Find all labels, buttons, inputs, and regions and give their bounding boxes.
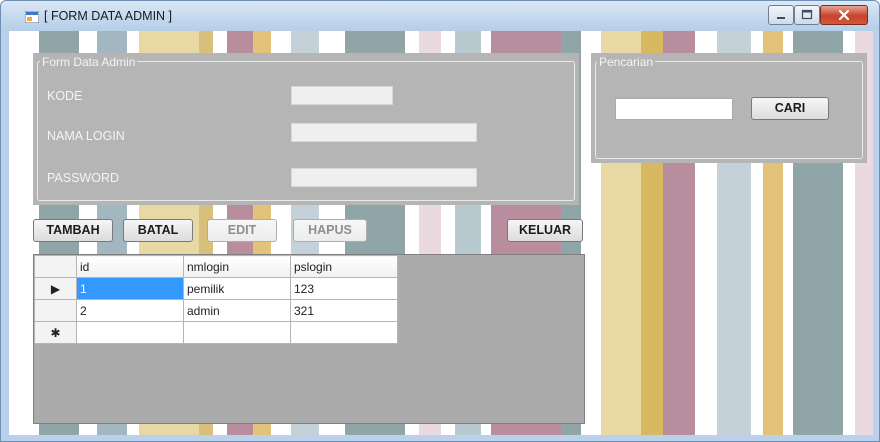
- row-header-corner[interactable]: [34, 255, 77, 278]
- minimize-button[interactable]: [768, 5, 794, 25]
- app-icon: [25, 11, 39, 23]
- column-header-pslogin[interactable]: pslogin: [290, 255, 398, 278]
- maximize-icon: [801, 9, 813, 20]
- hapus-button[interactable]: HAPUS: [293, 219, 367, 242]
- title-bar[interactable]: [ FORM DATA ADMIN ]: [1, 1, 879, 31]
- pencarian-group: Pencarian CARI: [591, 53, 867, 163]
- grid-header-row: id nmlogin pslogin: [34, 255, 398, 278]
- grid-cell-id[interactable]: [76, 321, 184, 344]
- password-input[interactable]: [291, 168, 477, 187]
- new-row-asterisk-icon[interactable]: ✱: [34, 321, 77, 344]
- tambah-button[interactable]: TAMBAH: [33, 219, 113, 242]
- window-title: [ FORM DATA ADMIN ]: [44, 9, 173, 23]
- grid-cell-nmlogin[interactable]: [183, 321, 291, 344]
- form-client-area: Form Data Admin KODE NAMA LOGIN PASSWORD…: [9, 31, 873, 435]
- grid-cell-pslogin[interactable]: 321: [290, 299, 398, 322]
- form-data-admin-group: Form Data Admin KODE NAMA LOGIN PASSWORD: [33, 53, 579, 205]
- batal-button[interactable]: BATAL: [123, 219, 193, 242]
- row-header[interactable]: [34, 299, 77, 322]
- admin-data-grid[interactable]: id nmlogin pslogin ▶ 1 pemilik 123 2 adm…: [33, 254, 585, 424]
- grid-cell-id[interactable]: 1: [76, 277, 184, 300]
- search-input[interactable]: [615, 98, 733, 120]
- keluar-button[interactable]: KELUAR: [507, 219, 583, 242]
- table-row[interactable]: 2 admin 321: [34, 299, 398, 322]
- grid-cell-pslogin[interactable]: [290, 321, 398, 344]
- kode-label: KODE: [47, 89, 83, 103]
- column-header-id[interactable]: id: [76, 255, 184, 278]
- edit-button[interactable]: EDIT: [207, 219, 277, 242]
- data-grid-table: id nmlogin pslogin ▶ 1 pemilik 123 2 adm…: [34, 255, 398, 344]
- close-button[interactable]: [820, 5, 868, 25]
- table-row[interactable]: ▶ 1 pemilik 123: [34, 277, 398, 300]
- pencarian-group-title: Pencarian: [597, 55, 656, 69]
- password-label: PASSWORD: [47, 171, 119, 185]
- nama-login-label: NAMA LOGIN: [47, 129, 125, 143]
- cari-button[interactable]: CARI: [751, 97, 829, 120]
- grid-cell-pslogin[interactable]: 123: [290, 277, 398, 300]
- minimize-icon: [777, 17, 785, 19]
- kode-input[interactable]: [291, 86, 393, 105]
- form-data-admin-window: [ FORM DATA ADMIN ] Form Data Admin KODE…: [0, 0, 880, 442]
- maximize-button[interactable]: [794, 5, 820, 25]
- close-icon: [838, 9, 850, 21]
- nama-login-input[interactable]: [291, 123, 477, 142]
- column-header-nmlogin[interactable]: nmlogin: [183, 255, 291, 278]
- grid-cell-nmlogin[interactable]: admin: [183, 299, 291, 322]
- grid-cell-id[interactable]: 2: [76, 299, 184, 322]
- form-group-title: Form Data Admin: [40, 55, 138, 69]
- grid-cell-nmlogin[interactable]: pemilik: [183, 277, 291, 300]
- current-row-indicator-icon[interactable]: ▶: [34, 277, 77, 300]
- new-row[interactable]: ✱: [34, 321, 398, 344]
